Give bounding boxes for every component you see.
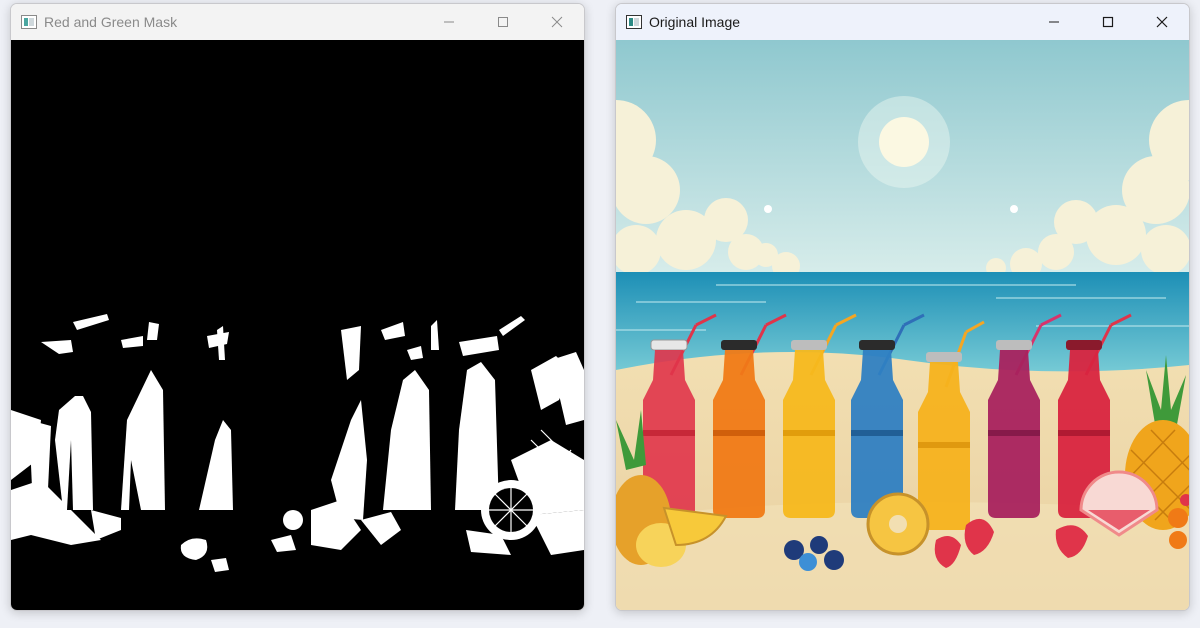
mask-image[interactable] (11, 40, 584, 610)
maximize-button[interactable] (1081, 4, 1135, 40)
close-button[interactable] (530, 4, 584, 40)
window-title: Original Image (649, 14, 741, 30)
close-icon (551, 16, 563, 28)
minimize-icon (1049, 21, 1059, 23)
mask-window-titlebar[interactable]: Red and Green Mask (11, 4, 584, 40)
close-button[interactable] (1135, 4, 1189, 40)
maximize-icon (498, 17, 508, 27)
mask-window: Red and Green Mask (10, 3, 585, 611)
window-title: Red and Green Mask (44, 14, 178, 30)
minimize-button[interactable] (422, 4, 476, 40)
maximize-icon (1102, 16, 1114, 28)
original-image[interactable] (616, 40, 1189, 610)
opencv-window-icon (21, 15, 37, 29)
close-icon (1156, 16, 1168, 28)
original-window-titlebar[interactable]: Original Image (616, 4, 1189, 40)
opencv-window-icon (626, 15, 642, 29)
minimize-icon (444, 21, 454, 23)
original-window: Original Image (615, 3, 1190, 611)
minimize-button[interactable] (1027, 4, 1081, 40)
maximize-button[interactable] (476, 4, 530, 40)
